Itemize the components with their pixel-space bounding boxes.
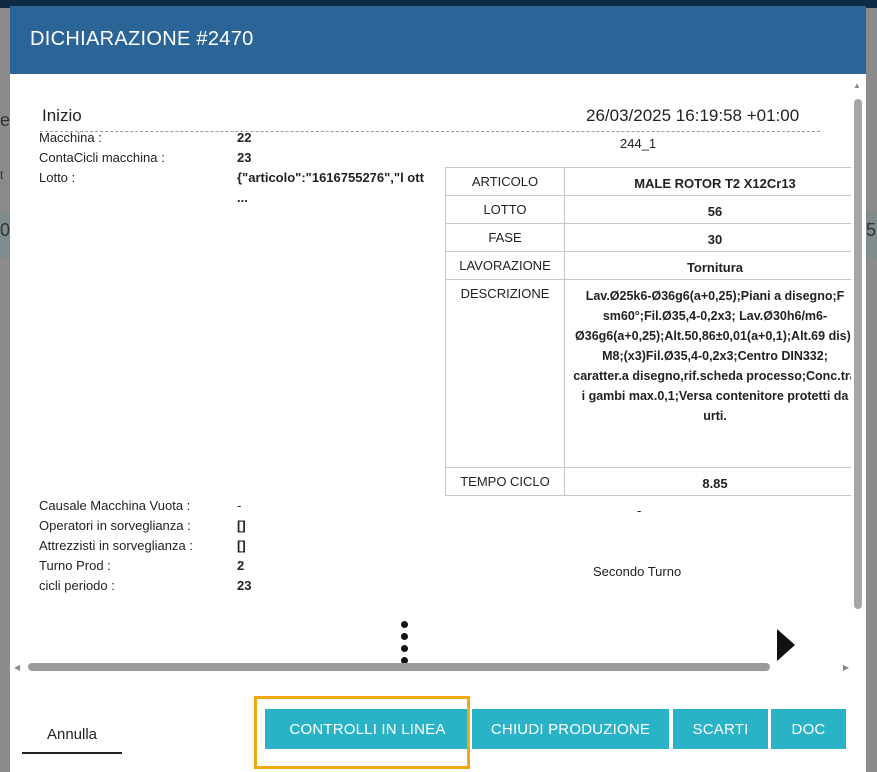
divider <box>40 131 820 132</box>
background-fragment: 5 <box>866 220 877 240</box>
vertical-scrollbar[interactable]: ▲ <box>853 81 863 681</box>
contacicli-value: 23 <box>237 150 252 165</box>
table-key: TEMPO CICLO <box>445 467 565 496</box>
article-table: ARTICOLO MALE ROTOR T2 X12Cr13 LOTTO 56 … <box>445 167 866 496</box>
table-value: MALE ROTOR T2 X12Cr13 <box>564 167 866 196</box>
declaration-modal: DICHIARAZIONE #2470 Inizio 26/03/2025 16… <box>10 6 866 772</box>
vertical-scroll-thumb[interactable] <box>854 99 862 609</box>
lotto-label: Lotto : <box>39 170 76 185</box>
inizio-datetime: 26/03/2025 16:19:58 +01:00 <box>586 106 800 125</box>
table-row: DESCRIZIONE Lav.Ø25k6-Ø36g6(a+0,25);Pian… <box>445 279 866 468</box>
background-fragment: t <box>0 168 4 182</box>
turno-name: Secondo Turno <box>593 564 682 579</box>
table-value: Lav.Ø25k6-Ø36g6(a+0,25);Piani a disegno;… <box>564 279 866 468</box>
macchina-value: 22 <box>237 130 252 145</box>
lotto-value: {"articolo":"1616755276","l ott ... <box>237 170 424 205</box>
causale-right-value: - <box>637 503 642 518</box>
operatori-value: [] <box>237 518 246 533</box>
modal-footer: Annulla CONTROLLI IN LINEA CHIUDI PRODUZ… <box>10 696 866 772</box>
attrezzisti-label: Attrezzisti in sorveglianza : <box>39 538 193 553</box>
table-value: 56 <box>564 195 866 224</box>
background-fragment: 0 <box>0 220 11 240</box>
table-value: 30 <box>564 223 866 252</box>
modal-header: DICHIARAZIONE #2470 <box>10 6 866 74</box>
horizontal-scroll-thumb[interactable] <box>28 663 770 671</box>
table-row: FASE 30 <box>445 223 866 252</box>
cicli-label: cicli periodo : <box>39 578 115 593</box>
causale-label: Causale Macchina Vuota : <box>39 498 191 513</box>
table-key: ARTICOLO <box>445 167 565 196</box>
inizio-label: Inizio <box>42 106 82 125</box>
cicli-value: 23 <box>237 578 252 593</box>
table-key: LOTTO <box>445 195 565 224</box>
background-right <box>866 8 877 772</box>
horizontal-scrollbar[interactable]: ◀ ▶ <box>14 662 849 672</box>
turno-label: Turno Prod : <box>39 558 111 573</box>
modal-title: DICHIARAZIONE #2470 <box>30 28 254 50</box>
operatori-label: Operatori in sorveglianza : <box>39 518 191 533</box>
table-row: LOTTO 56 <box>445 195 866 224</box>
table-row: LAVORAZIONE Tornitura <box>445 251 866 280</box>
doc-button[interactable]: DOC <box>771 709 846 749</box>
contacicli-label: ContaCicli macchina : <box>39 150 165 165</box>
table-key: LAVORAZIONE <box>445 251 565 280</box>
causale-value: - <box>237 498 242 513</box>
highlight-box <box>254 696 470 769</box>
table-value: Tornitura <box>564 251 866 280</box>
cancel-button[interactable]: Annulla <box>22 716 122 754</box>
table-key: FASE <box>445 223 565 252</box>
scroll-left-icon[interactable]: ◀ <box>14 663 20 672</box>
scroll-right-icon[interactable]: ▶ <box>843 663 849 672</box>
table-value: 8.85 <box>564 467 866 496</box>
scarti-button[interactable]: SCARTI <box>673 709 768 749</box>
table-row: ARTICOLO MALE ROTOR T2 X12Cr13 <box>445 167 866 196</box>
macchina-label: Macchina : <box>39 130 102 145</box>
table-row: TEMPO CICLO 8.85 <box>445 467 866 496</box>
arrow-right-icon[interactable] <box>777 629 795 661</box>
attrezzisti-value: [] <box>237 538 246 553</box>
table-key: DESCRIZIONE <box>445 279 565 468</box>
record-code: 244_1 <box>620 136 657 151</box>
chiudi-produzione-button[interactable]: CHIUDI PRODUZIONE <box>472 709 669 749</box>
turno-value: 2 <box>237 558 245 573</box>
scroll-up-icon[interactable]: ▲ <box>853 81 861 90</box>
